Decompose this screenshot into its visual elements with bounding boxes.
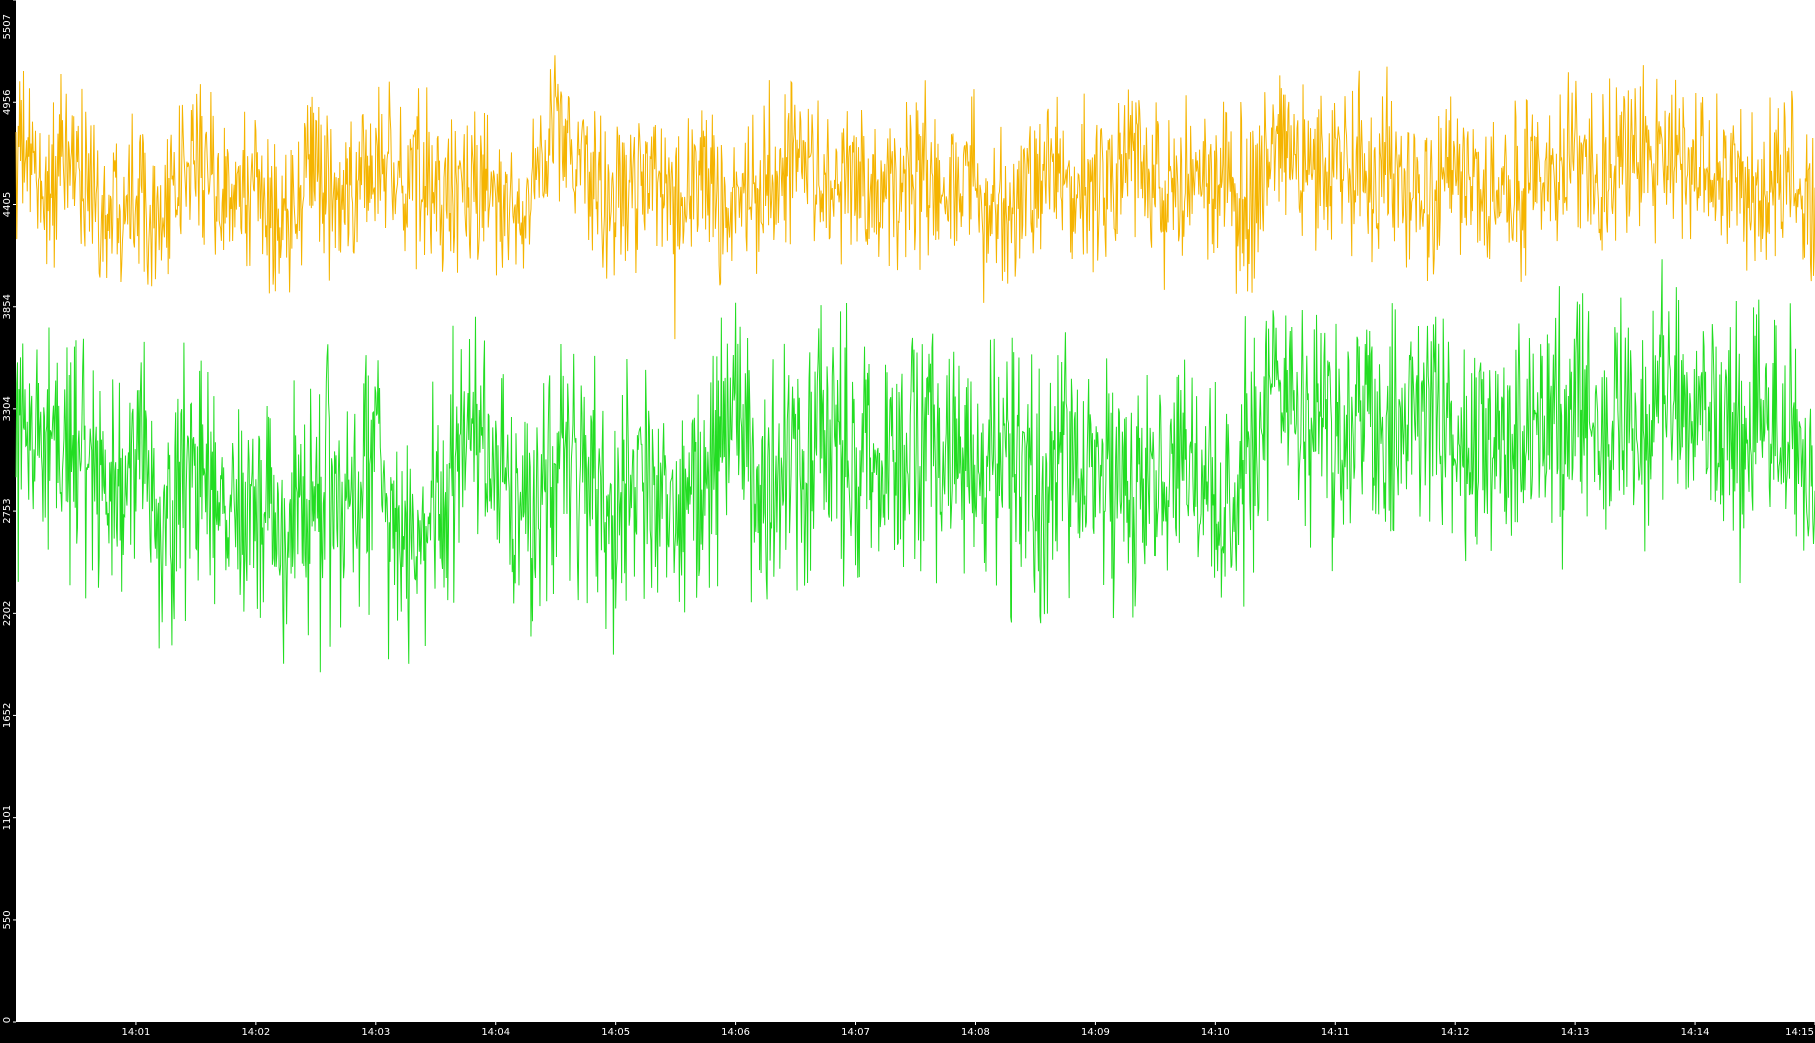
x-tick-label: 14:10 (1201, 1027, 1230, 1038)
y-tick-label: 4405 (2, 192, 13, 217)
x-tick-label: 14:15 (1785, 1027, 1814, 1038)
x-tick-label: 14:06 (721, 1027, 750, 1038)
x-tick-label: 14:03 (361, 1027, 390, 1038)
y-tick-label: 550 (2, 910, 13, 929)
x-tick-label: 14:12 (1441, 1027, 1470, 1038)
x-tick-label: 14:05 (601, 1027, 630, 1038)
line-chart: 0 550 1101 1652 2202 2753 3304 3854 4405 4956 5507… (0, 0, 1815, 1039)
y-tick-label: 0 (2, 1017, 13, 1023)
x-tick-label: 14:04 (481, 1027, 510, 1038)
y-tick-label: 2202 (2, 601, 13, 626)
x-tick-label: 14:08 (961, 1027, 990, 1038)
x-tick-label: 14:09 (1081, 1027, 1110, 1038)
y-tick-label: 1652 (2, 703, 13, 728)
x-tick-label: 14:02 (241, 1027, 270, 1038)
x-tick-label: 14:14 (1681, 1027, 1710, 1038)
x-tick-label: 14:01 (122, 1027, 151, 1038)
y-tick-label: 5507 (2, 14, 13, 39)
y-tick-label: 4956 (2, 90, 13, 115)
y-tick-label: 3304 (2, 396, 13, 421)
y-tick-label: 1101 (2, 805, 13, 830)
x-tick-label: 14:11 (1321, 1027, 1350, 1038)
y-tick-label: 3854 (2, 294, 13, 319)
chart-svg: 0 550 1101 1652 2202 2753 3304 3854 4405 4956 5507… (0, 0, 1815, 1039)
x-tick-label: 14:07 (841, 1027, 870, 1038)
y-tick-label: 2753 (2, 498, 13, 523)
x-tick-label: 14:13 (1561, 1027, 1590, 1038)
